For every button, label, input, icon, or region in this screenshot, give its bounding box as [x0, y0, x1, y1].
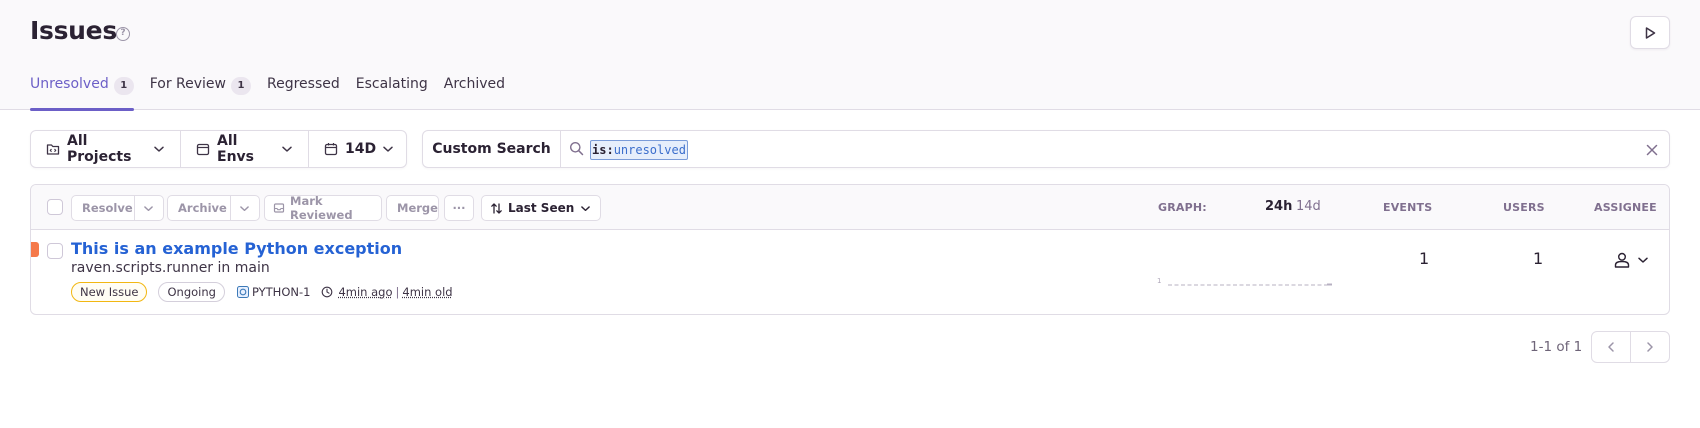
issue-search-bar: Custom Search is:unresolved: [422, 130, 1670, 168]
issue-meta: New Issue Ongoing PYTHON-1 4min ago | 4m…: [71, 282, 453, 302]
merge-button[interactable]: Merge: [386, 195, 439, 221]
assignee-selector[interactable]: [1613, 251, 1649, 269]
separator: |: [395, 285, 400, 299]
previous-page-button[interactable]: [1592, 332, 1630, 362]
page-filter-bar: All Projects All Envs 14D: [30, 130, 407, 168]
events-column-label: EVENTS: [1383, 201, 1433, 214]
graph-axis-label: 1: [1157, 277, 1161, 285]
ellipsis-icon: ···: [452, 201, 466, 215]
last-seen-time[interactable]: 4min ago: [338, 285, 392, 299]
ongoing-badge: Ongoing: [158, 282, 225, 302]
archive-button[interactable]: Archive: [167, 195, 260, 221]
issue-list-header: Resolve Archive Mark Reviewed Merge ···: [31, 185, 1669, 230]
issue-list-panel: Resolve Archive Mark Reviewed Merge ···: [30, 184, 1670, 315]
tab-label: Archived: [443, 76, 506, 92]
short-id-label: PYTHON-1: [251, 285, 311, 299]
chevron-down-icon[interactable]: [134, 196, 162, 220]
pagination-controls: [1591, 331, 1670, 363]
issue-level-indicator: [31, 242, 39, 257]
inbox-icon: [273, 202, 285, 214]
resolve-button[interactable]: Resolve: [71, 195, 164, 221]
environment-filter-button[interactable]: All Envs: [181, 131, 309, 167]
event-count: 1: [1419, 249, 1430, 268]
sort-icon: [490, 202, 503, 215]
date-range-label: 14D: [345, 141, 377, 157]
tab-escalating[interactable]: Escalating: [356, 76, 428, 110]
first-seen-time[interactable]: 4min old: [402, 285, 452, 299]
pagination-summary: 1-1 of 1: [1530, 339, 1583, 355]
tab-archived[interactable]: Archived: [444, 76, 505, 110]
more-actions-button[interactable]: ···: [444, 195, 474, 221]
tab-for-review[interactable]: For Review 1: [150, 76, 251, 110]
tab-label: For Review: [149, 76, 226, 92]
issue-tabs: Unresolved 1 For Review 1 Regressed Esca…: [30, 76, 521, 111]
chevron-down-icon: [153, 143, 165, 155]
issue-culprit: raven.scripts.runner in main: [71, 260, 270, 276]
mark-reviewed-label: Mark Reviewed: [290, 194, 353, 222]
tab-regressed[interactable]: Regressed: [267, 76, 340, 110]
clock-icon: [321, 286, 333, 298]
issue-checkbox[interactable]: [47, 243, 63, 259]
question-circle-icon[interactable]: ?: [116, 27, 130, 41]
chevron-down-icon: [1637, 254, 1649, 266]
tab-label: Unresolved: [30, 76, 109, 92]
token-value: unresolved: [613, 143, 686, 157]
search-icon: [569, 141, 584, 160]
merge-label: Merge: [397, 201, 438, 215]
chevron-down-icon: [580, 203, 591, 214]
project-filter-label: All Projects: [67, 133, 132, 165]
chevron-down-icon: [281, 143, 293, 155]
chevron-down-icon[interactable]: [230, 196, 258, 220]
project-filter-button[interactable]: All Projects: [31, 131, 181, 167]
play-button[interactable]: [1630, 16, 1670, 49]
graph-column-label: GRAPH:: [1158, 201, 1207, 214]
chevron-right-icon: [1644, 341, 1656, 353]
assignee-column-label: ASSIGNEE: [1594, 201, 1657, 214]
close-icon[interactable]: [1645, 142, 1659, 161]
tab-count-badge: 1: [113, 77, 134, 95]
sort-label: Last Seen: [508, 201, 575, 215]
calendar-icon: [324, 142, 338, 156]
search-query-token[interactable]: is:unresolved: [590, 140, 688, 160]
select-all-checkbox[interactable]: [47, 199, 63, 215]
short-id[interactable]: PYTHON-1: [236, 285, 311, 299]
tab-count-badge: 1: [231, 77, 251, 95]
chevron-down-icon: [382, 143, 394, 155]
tab-label: Escalating: [355, 76, 428, 92]
page-header: Issues ? Unresolved 1 For Review 1 Regre…: [0, 0, 1700, 111]
next-page-button[interactable]: [1630, 332, 1669, 362]
mark-reviewed-button[interactable]: Mark Reviewed: [264, 194, 382, 222]
archive-label: Archive: [178, 201, 227, 215]
environment-filter-label: All Envs: [217, 133, 254, 165]
user-icon: [1613, 251, 1631, 269]
custom-search-button[interactable]: Custom Search: [423, 131, 561, 167]
tab-label: Regressed: [267, 76, 340, 92]
resolve-label: Resolve: [82, 201, 133, 215]
token-key: is:: [592, 143, 614, 157]
calendar-stack-icon: [196, 142, 210, 156]
play-icon: [1643, 26, 1657, 40]
issue-times: 4min ago | 4min old: [321, 285, 453, 299]
period-14d-toggle[interactable]: 14d: [1296, 199, 1321, 214]
tab-unresolved[interactable]: Unresolved 1: [30, 76, 134, 111]
sort-button[interactable]: Last Seen: [481, 195, 602, 221]
project-icon: [46, 142, 60, 156]
new-issue-badge: New Issue: [71, 282, 148, 302]
issue-title-link[interactable]: This is an example Python exception: [71, 239, 402, 258]
event-graph: 1: [1157, 273, 1337, 292]
user-count: 1: [1533, 249, 1544, 268]
chevron-left-icon: [1605, 341, 1617, 353]
users-column-label: USERS: [1503, 201, 1545, 214]
python-project-icon: [236, 286, 249, 298]
period-24h-toggle[interactable]: 24h: [1265, 199, 1292, 214]
date-range-filter-button[interactable]: 14D: [309, 131, 406, 167]
page-title: Issues: [30, 16, 117, 45]
